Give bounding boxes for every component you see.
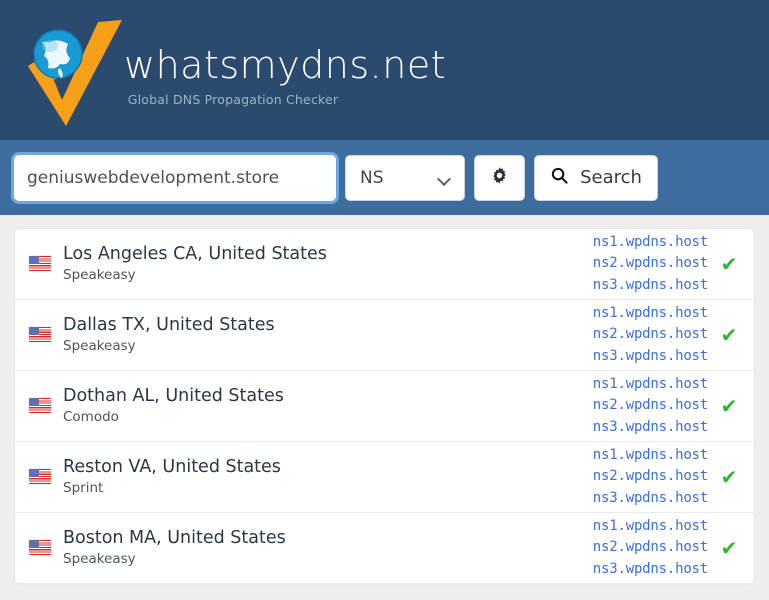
dns-record[interactable]: ns3.wpdns.host — [593, 559, 708, 580]
result-records-block: ns1.wpdns.host ns2.wpdns.host ns3.wpdns.ho… — [593, 303, 740, 367]
brand-tagline: Global DNS Propagation Checker — [127, 92, 339, 107]
location-name: Dallas TX, United States — [63, 315, 275, 336]
chevron-down-icon — [438, 174, 451, 182]
dns-record-list: ns1.wpdns.host ns2.wpdns.host ns3.wpdns.ho… — [593, 445, 708, 509]
us-flag-icon — [29, 256, 51, 272]
result-location-block: Reston VA, United States Sprint — [29, 458, 281, 496]
location-text-block: Reston VA, United States Sprint — [63, 458, 281, 496]
location-text-block: Dothan AL, United States Comodo — [63, 387, 284, 425]
us-flag-icon — [29, 398, 51, 414]
table-row: Dallas TX, United States Speakeasy ns1.wpd… — [15, 300, 754, 371]
green-check-icon: ✔ — [720, 394, 738, 418]
dns-record[interactable]: ns3.wpdns.host — [593, 488, 708, 509]
record-type-select[interactable]: NS — [345, 154, 465, 201]
location-name: Los Angeles CA, United States — [63, 244, 327, 265]
dns-record-list: ns1.wpdns.host ns2.wpdns.host ns3.wpdns.ho… — [593, 374, 708, 438]
brand-text-block: whatsmydns.net Global DNS Propagation Ch… — [124, 43, 447, 107]
search-bar: NS Search — [0, 140, 769, 215]
location-provider: Sprint — [63, 479, 104, 496]
location-provider: Speakeasy — [63, 550, 136, 567]
gear-icon — [490, 166, 509, 190]
results-card: Los Angeles CA, United States Speakeasy ns… — [14, 228, 755, 585]
table-row: Boston MA, United States Speakeasy ns1.wpd… — [15, 513, 754, 584]
search-button[interactable]: Search — [534, 154, 658, 201]
dns-record[interactable]: ns1.wpdns.host — [593, 232, 708, 253]
dns-record[interactable]: ns2.wpdns.host — [593, 537, 708, 558]
location-provider: Speakeasy — [63, 266, 136, 283]
green-check-icon: ✔ — [720, 465, 738, 489]
dns-record[interactable]: ns2.wpdns.host — [593, 253, 708, 274]
location-text-block: Los Angeles CA, United States Speakeasy — [63, 245, 327, 283]
dns-record[interactable]: ns2.wpdns.host — [593, 324, 708, 345]
green-check-icon: ✔ — [720, 323, 738, 347]
dns-record[interactable]: ns2.wpdns.host — [593, 466, 708, 487]
site-header: whatsmydns.net Global DNS Propagation Ch… — [0, 0, 769, 140]
result-records-block: ns1.wpdns.host ns2.wpdns.host ns3.wpdns.ho… — [593, 232, 740, 296]
location-text-block: Boston MA, United States Speakeasy — [63, 529, 286, 567]
dns-record-list: ns1.wpdns.host ns2.wpdns.host ns3.wpdns.ho… — [593, 232, 708, 296]
result-location-block: Dallas TX, United States Speakeasy — [29, 316, 275, 354]
location-text-block: Dallas TX, United States Speakeasy — [63, 316, 275, 354]
brand-name: whatsmydns.net — [124, 43, 447, 87]
domain-search-input[interactable] — [14, 154, 336, 201]
table-row: Los Angeles CA, United States Speakeasy ns… — [15, 229, 754, 300]
dns-record-list: ns1.wpdns.host ns2.wpdns.host ns3.wpdns.ho… — [593, 516, 708, 580]
location-provider: Comodo — [63, 408, 119, 425]
table-row: Dothan AL, United States Comodo ns1.wpdns.… — [15, 371, 754, 442]
dns-record[interactable]: ns1.wpdns.host — [593, 516, 708, 537]
dns-record[interactable]: ns1.wpdns.host — [593, 303, 708, 324]
dns-record[interactable]: ns1.wpdns.host — [593, 445, 708, 466]
green-check-icon: ✔ — [720, 252, 738, 276]
table-row: Reston VA, United States Sprint ns1.wpdns.… — [15, 442, 754, 513]
location-name: Boston MA, United States — [63, 528, 286, 549]
dns-record[interactable]: ns3.wpdns.host — [593, 346, 708, 367]
result-location-block: Boston MA, United States Speakeasy — [29, 529, 286, 567]
location-name: Reston VA, United States — [63, 457, 281, 478]
settings-button[interactable] — [474, 154, 525, 201]
dns-record[interactable]: ns3.wpdns.host — [593, 417, 708, 438]
result-records-block: ns1.wpdns.host ns2.wpdns.host ns3.wpdns.ho… — [593, 445, 740, 509]
green-check-icon: ✔ — [720, 536, 738, 560]
dns-record-list: ns1.wpdns.host ns2.wpdns.host ns3.wpdns.ho… — [593, 303, 708, 367]
result-records-block: ns1.wpdns.host ns2.wpdns.host ns3.wpdns.ho… — [593, 374, 740, 438]
dns-record[interactable]: ns1.wpdns.host — [593, 374, 708, 395]
checkmark-globe-logo-icon — [14, 8, 134, 128]
search-button-label: Search — [580, 167, 642, 188]
dns-record[interactable]: ns3.wpdns.host — [593, 275, 708, 296]
record-type-value: NS — [360, 167, 384, 188]
us-flag-icon — [29, 540, 51, 556]
search-icon — [550, 166, 569, 190]
us-flag-icon — [29, 327, 51, 343]
dns-record[interactable]: ns2.wpdns.host — [593, 395, 708, 416]
result-location-block: Dothan AL, United States Comodo — [29, 387, 284, 425]
location-name: Dothan AL, United States — [63, 386, 284, 407]
us-flag-icon — [29, 469, 51, 485]
result-records-block: ns1.wpdns.host ns2.wpdns.host ns3.wpdns.ho… — [593, 516, 740, 580]
location-provider: Speakeasy — [63, 337, 136, 354]
site-logo[interactable]: whatsmydns.net Global DNS Propagation Ch… — [14, 8, 446, 128]
result-location-block: Los Angeles CA, United States Speakeasy — [29, 245, 327, 283]
